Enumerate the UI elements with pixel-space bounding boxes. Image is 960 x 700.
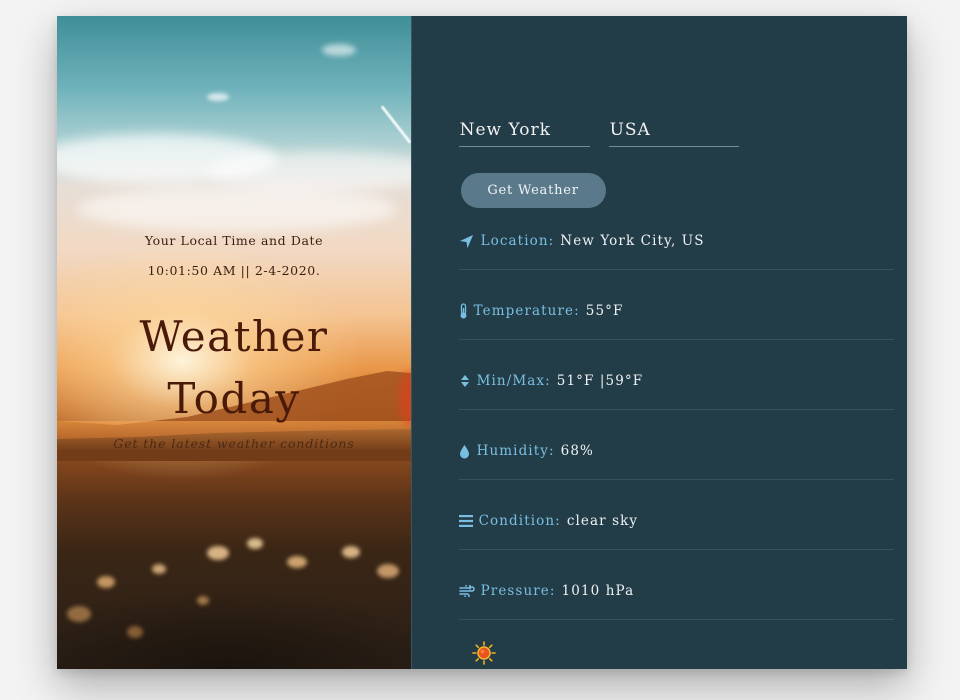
detail-value: 51°F |59°F bbox=[556, 373, 644, 389]
detail-value: 68% bbox=[560, 443, 594, 459]
weather-panel: Get Weather Location: New York City, US bbox=[410, 16, 907, 669]
bokeh-light bbox=[207, 546, 229, 560]
list-lines-icon bbox=[458, 513, 473, 529]
local-datetime: 10:01:50 AM || 2-4-2020. bbox=[147, 263, 321, 278]
hero-panel: Your Local Time and Date 10:01:50 AM || … bbox=[57, 16, 411, 669]
detail-value: 1010 hPa bbox=[561, 583, 635, 599]
bokeh-light bbox=[127, 626, 143, 638]
city-input[interactable] bbox=[458, 116, 592, 144]
detail-row-minmax: Min/Max: 51°F |59°F bbox=[458, 359, 894, 410]
page-title-line1: Weather bbox=[139, 312, 329, 361]
detail-value: clear sky bbox=[566, 513, 639, 529]
cloud bbox=[207, 93, 229, 101]
detail-value: 55°F bbox=[585, 303, 624, 319]
detail-label: Location: bbox=[480, 233, 555, 249]
detail-label: Condition: bbox=[478, 513, 561, 529]
page-title: Weather Today bbox=[57, 306, 411, 430]
cloud bbox=[207, 151, 411, 191]
bokeh-light bbox=[377, 564, 399, 578]
local-time-label: Your Local Time and Date bbox=[144, 233, 324, 248]
country-input[interactable] bbox=[608, 116, 741, 144]
page-title-line2: Today bbox=[167, 374, 301, 423]
detail-row-location: Location: New York City, US bbox=[458, 219, 894, 270]
water-drop-icon bbox=[459, 443, 471, 459]
page-subtitle: Get the latest weather conditions bbox=[113, 436, 355, 451]
bokeh-light bbox=[67, 606, 91, 622]
country-field-wrap bbox=[608, 116, 741, 147]
bokeh-light bbox=[342, 546, 360, 558]
detail-row-temperature: Temperature: 55°F bbox=[458, 289, 894, 340]
bokeh-light bbox=[197, 596, 209, 605]
sun-icon bbox=[471, 641, 496, 665]
detail-label: Temperature: bbox=[473, 303, 580, 319]
contrail bbox=[380, 105, 411, 144]
weather-card: Your Local Time and Date 10:01:50 AM || … bbox=[57, 16, 907, 669]
bokeh-light bbox=[97, 576, 115, 588]
wind-icon bbox=[458, 583, 475, 599]
bokeh-light bbox=[247, 538, 263, 549]
bokeh-light bbox=[287, 556, 307, 568]
sort-arrows-icon bbox=[459, 373, 471, 389]
bokeh-light bbox=[152, 564, 166, 574]
detail-value: New York City, US bbox=[560, 233, 705, 249]
detail-row-pressure: Pressure: 1010 hPa bbox=[458, 569, 894, 620]
detail-label: Pressure: bbox=[480, 583, 556, 599]
city-field-wrap bbox=[458, 116, 592, 147]
detail-label: Min/Max: bbox=[476, 373, 551, 389]
cloud bbox=[322, 44, 356, 56]
grass-foreground bbox=[57, 519, 411, 669]
cloud bbox=[77, 186, 397, 232]
detail-row-condition: Condition: clear sky bbox=[458, 499, 894, 550]
detail-label: Humidity: bbox=[476, 443, 555, 459]
get-weather-button[interactable]: Get Weather bbox=[460, 173, 606, 208]
thermometer-icon bbox=[459, 303, 469, 319]
detail-row-humidity: Humidity: 68% bbox=[458, 429, 894, 480]
location-arrow-icon bbox=[459, 233, 475, 249]
